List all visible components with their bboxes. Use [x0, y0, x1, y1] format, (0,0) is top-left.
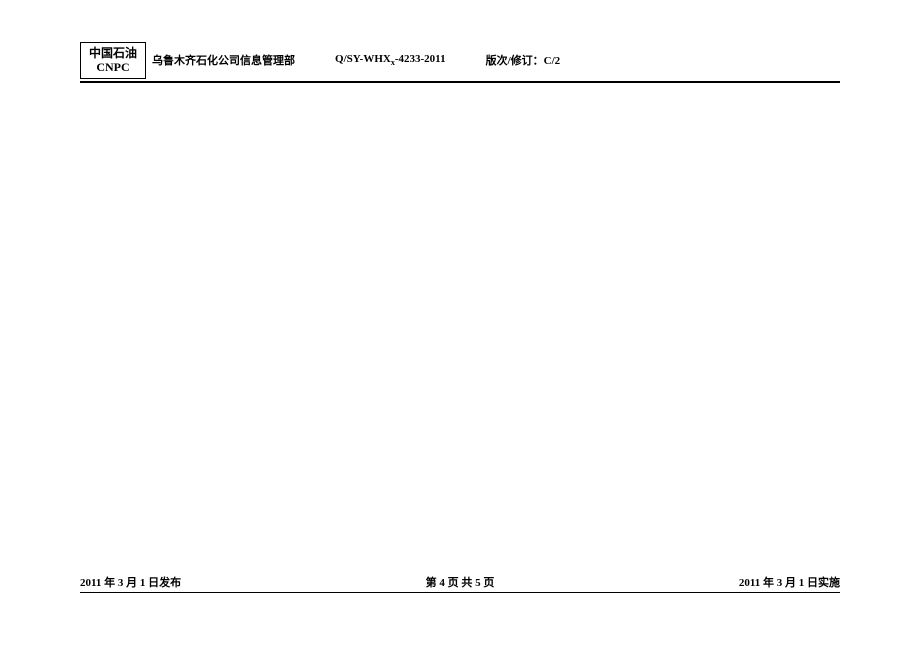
page-info: 第 4 页 共 5 页	[426, 574, 495, 590]
document-code: Q/SY-WHXx-4233-2011	[335, 53, 446, 67]
header-info-row: 乌鲁木齐石化公司信息管理部 Q/SY-WHXx-4233-2011 版次/修订：…	[152, 52, 840, 68]
department-name: 乌鲁木齐石化公司信息管理部	[152, 52, 295, 68]
revision-label: 版次/修订：	[486, 55, 544, 67]
document-header: 中国石油 CNPC 乌鲁木齐石化公司信息管理部 Q/SY-WHXx-4233-2…	[80, 42, 840, 83]
doc-code-prefix: Q/SY-WHX	[335, 53, 391, 65]
company-name-en: CNPC	[89, 60, 137, 74]
company-logo-box: 中国石油 CNPC	[80, 42, 146, 79]
implement-date: 2011 年 3 月 1 日实施	[739, 574, 840, 590]
revision-info: 版次/修订：C/2	[486, 52, 561, 68]
publish-date: 2011 年 3 月 1 日发布	[80, 574, 181, 590]
document-footer: 2011 年 3 月 1 日发布 第 4 页 共 5 页 2011 年 3 月 …	[80, 574, 840, 593]
revision-value: C/2	[544, 55, 561, 67]
doc-code-suffix: -4233-2011	[395, 53, 446, 65]
company-name-cn: 中国石油	[89, 46, 137, 60]
